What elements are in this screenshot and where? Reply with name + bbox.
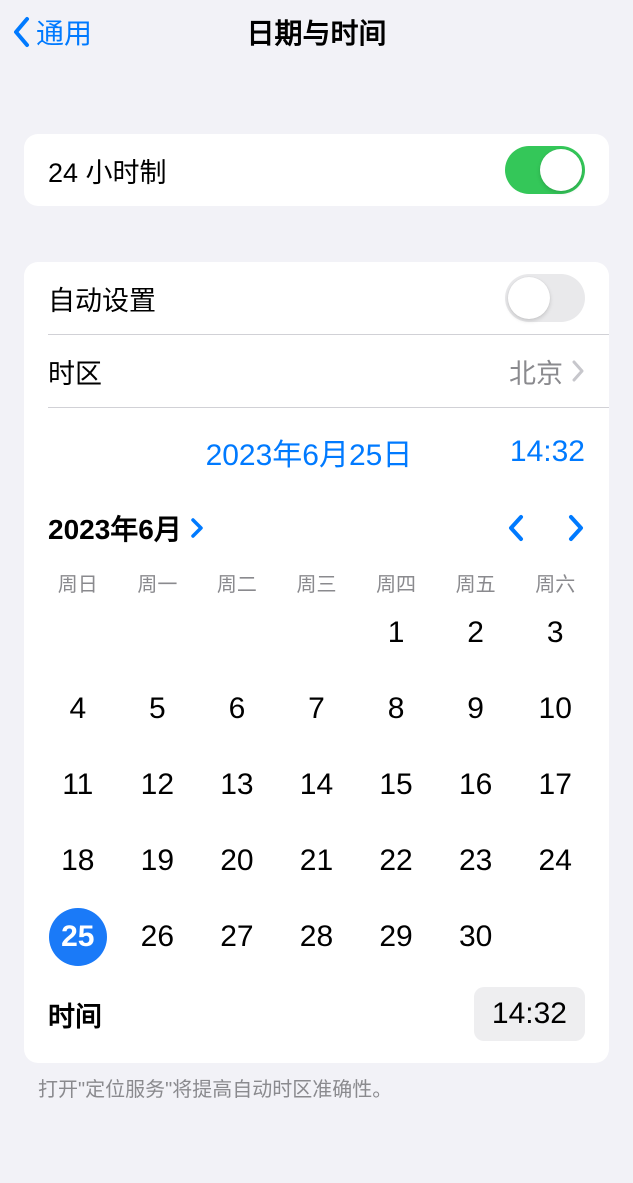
day-cell[interactable]: 20 (197, 829, 277, 893)
twenty-four-hour-label: 24 小时制 (48, 151, 167, 190)
time-section: 时间 14:32 (24, 987, 609, 1063)
timezone-value: 北京 (509, 352, 563, 391)
day-cell[interactable]: 18 (38, 829, 118, 893)
day-cell[interactable]: 28 (277, 905, 357, 969)
timezone-value-wrap: 北京 (509, 352, 585, 391)
day-cell[interactable]: 27 (197, 905, 277, 969)
day-cell[interactable]: 14 (277, 753, 357, 817)
calendar-grid: 1234567891011121314151617181920212223242… (24, 601, 609, 987)
weekday-label: 周四 (356, 568, 436, 597)
nav-bar: 通用 日期与时间 (0, 0, 633, 64)
day-cell[interactable]: 9 (436, 677, 516, 741)
time-label: 时间 (48, 995, 102, 1034)
toggle-knob (508, 277, 550, 319)
day-cell[interactable]: 22 (356, 829, 436, 893)
month-nav: 2023年6月 (24, 484, 609, 556)
date-time-group: 自动设置 时区 北京 2023年6月25日 14:32 2023年6月 周 (24, 262, 609, 1063)
day-cell[interactable]: 11 (38, 753, 118, 817)
day-cell[interactable]: 30 (436, 905, 516, 969)
day-cell[interactable]: 29 (356, 905, 436, 969)
weekday-label: 周三 (277, 568, 357, 597)
day-cell[interactable]: 2 (436, 601, 516, 665)
day-cell[interactable]: 24 (515, 829, 595, 893)
day-cell[interactable]: 10 (515, 677, 595, 741)
day-cell[interactable]: 8 (356, 677, 436, 741)
chevron-right-icon (190, 517, 204, 539)
day-cell[interactable]: 21 (277, 829, 357, 893)
page-title: 日期与时间 (246, 12, 386, 52)
weekday-label: 周六 (515, 568, 595, 597)
day-cell[interactable]: 7 (277, 677, 357, 741)
month-picker[interactable]: 2023年6月 (48, 508, 204, 548)
day-cell[interactable]: 23 (436, 829, 516, 893)
footer-hint: 打开"定位服务"将提高自动时区准确性。 (0, 1063, 633, 1102)
weekday-label: 周一 (118, 568, 198, 597)
day-cell[interactable]: 13 (197, 753, 277, 817)
timezone-label: 时区 (48, 352, 102, 391)
day-cell[interactable]: 3 (515, 601, 595, 665)
weekday-label: 周五 (436, 568, 516, 597)
day-cell[interactable]: 12 (118, 753, 198, 817)
day-cell[interactable]: 25 (38, 905, 118, 969)
auto-set-row: 自动设置 (24, 262, 609, 334)
back-button[interactable]: 通用 (12, 12, 92, 52)
chevron-right-icon (567, 514, 585, 542)
auto-set-label: 自动设置 (48, 279, 156, 318)
day-cell[interactable]: 5 (118, 677, 198, 741)
auto-set-toggle[interactable] (505, 274, 585, 322)
day-cell[interactable]: 16 (436, 753, 516, 817)
twenty-four-hour-row: 24 小时制 (24, 134, 609, 206)
toggle-knob (540, 149, 582, 191)
weekday-label: 周二 (197, 568, 277, 597)
day-cell[interactable]: 17 (515, 753, 595, 817)
next-month-button[interactable] (567, 514, 585, 542)
weekday-header: 周日周一周二周三周四周五周六 (24, 556, 609, 601)
back-label: 通用 (36, 12, 92, 52)
prev-month-button[interactable] (507, 514, 525, 542)
day-cell[interactable]: 1 (356, 601, 436, 665)
twenty-four-hour-toggle[interactable] (505, 146, 585, 194)
day-cell[interactable]: 6 (197, 677, 277, 741)
selected-date[interactable]: 2023年6月25日 (108, 430, 510, 474)
day-cell[interactable]: 15 (356, 753, 436, 817)
time-picker-button[interactable]: 14:32 (474, 987, 585, 1041)
chevron-right-icon (571, 359, 585, 383)
chevron-left-icon (12, 16, 32, 48)
clock-format-group: 24 小时制 (24, 134, 609, 206)
date-time-summary: 2023年6月25日 14:32 (24, 408, 609, 484)
month-arrows (507, 514, 585, 542)
day-cell[interactable]: 4 (38, 677, 118, 741)
day-cell[interactable]: 19 (118, 829, 198, 893)
day-cell[interactable]: 26 (118, 905, 198, 969)
timezone-row[interactable]: 时区 北京 (24, 335, 609, 407)
selected-time[interactable]: 14:32 (510, 435, 585, 469)
chevron-left-icon (507, 514, 525, 542)
weekday-label: 周日 (38, 568, 118, 597)
month-label-text: 2023年6月 (48, 508, 182, 548)
